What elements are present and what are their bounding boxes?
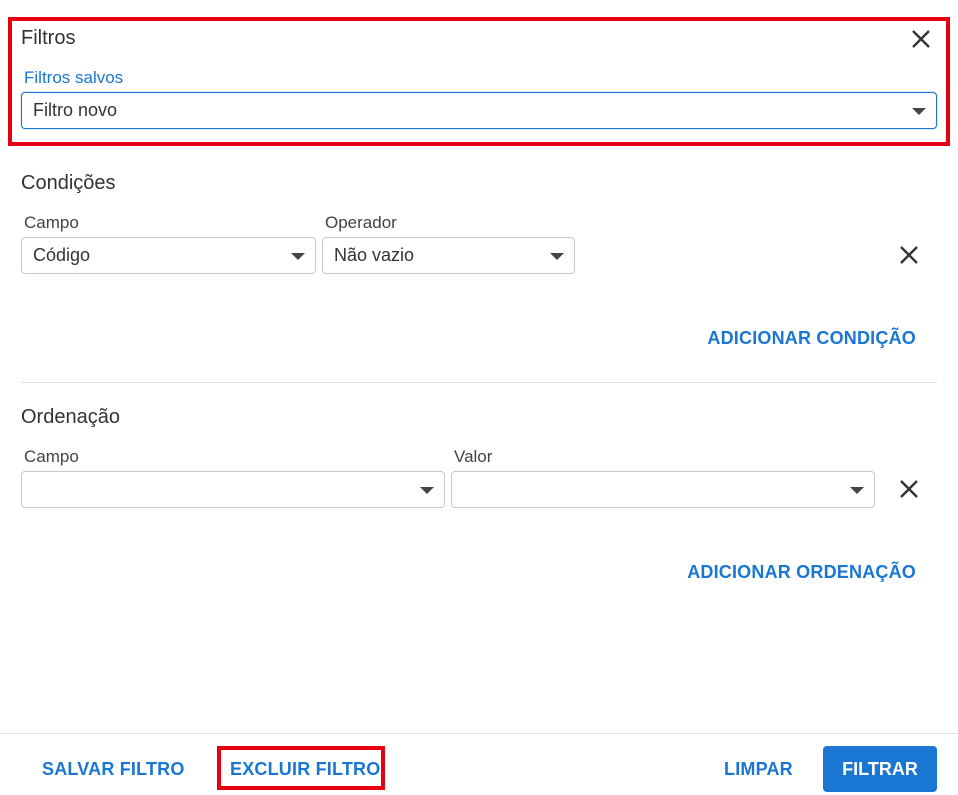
condition-field-label: Campo	[24, 213, 79, 232]
conditions-title: Condições	[21, 172, 116, 194]
dialog-title: Filtros	[21, 27, 76, 49]
condition-operator-select[interactable]: Não vazio	[322, 237, 575, 274]
clear-button[interactable]: LIMPAR	[724, 759, 793, 780]
saved-filters-label: Filtros salvos	[24, 68, 124, 87]
close-icon[interactable]	[909, 27, 933, 51]
delete-filter-button[interactable]: EXCLUIR FILTRO	[230, 759, 380, 780]
ordering-title: Ordenação	[21, 406, 120, 428]
add-ordering-button[interactable]: ADICIONAR ORDENAÇÃO	[687, 562, 916, 583]
chevron-down-icon	[420, 486, 434, 494]
remove-condition-icon[interactable]	[897, 243, 921, 267]
remove-ordering-icon[interactable]	[897, 477, 921, 501]
condition-operator-label: Operador	[325, 213, 397, 232]
condition-operator-value: Não vazio	[334, 245, 415, 265]
saved-filters-select[interactable]: Filtro novo	[21, 92, 937, 129]
ordering-field-select[interactable]	[21, 471, 445, 508]
chevron-down-icon	[912, 107, 926, 115]
save-filter-button[interactable]: SALVAR FILTRO	[42, 759, 185, 780]
chevron-down-icon	[550, 252, 564, 260]
chevron-down-icon	[291, 252, 305, 260]
chevron-down-icon	[850, 486, 864, 494]
ordering-value-label: Valor	[454, 447, 493, 466]
ordering-value-select[interactable]	[451, 471, 875, 508]
apply-filter-button[interactable]: FILTRAR	[823, 746, 937, 792]
section-divider	[21, 382, 937, 383]
footer-divider	[0, 733, 958, 734]
add-condition-button[interactable]: ADICIONAR CONDIÇÃO	[707, 328, 916, 349]
condition-field-select[interactable]: Código	[21, 237, 316, 274]
ordering-field-label: Campo	[24, 447, 79, 466]
saved-filters-value: Filtro novo	[33, 100, 118, 120]
condition-field-value: Código	[33, 245, 91, 265]
